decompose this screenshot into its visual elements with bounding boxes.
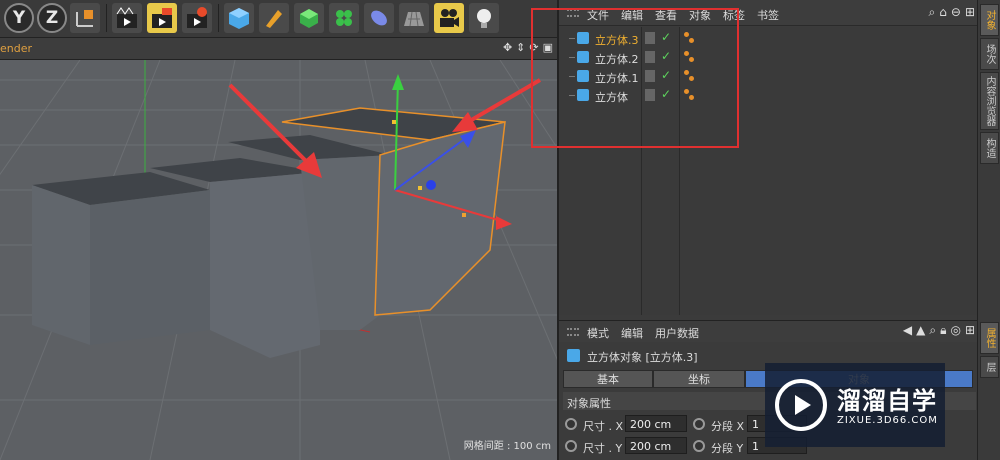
render-view-icon[interactable] (112, 3, 142, 33)
render-settings-icon[interactable] (182, 3, 212, 33)
floor-icon[interactable] (399, 3, 429, 33)
size-y-label: 尺寸 . Y (583, 442, 623, 455)
zoom-view-icon[interactable]: ⇕ (516, 41, 525, 54)
tab-coord[interactable]: 坐标 (653, 370, 745, 388)
side-tab-label: 属性 (984, 328, 995, 348)
side-tab-label: 内容浏览器 (984, 76, 995, 126)
menu-user-data[interactable]: 用户数据 (655, 325, 699, 341)
tab-basic-label: 基本 (597, 373, 619, 386)
viewport-header: ender ✥ ⇕ ⟳ ▣ (0, 38, 557, 60)
menu-mode[interactable]: 模式 (587, 325, 609, 341)
deformer-icon[interactable] (364, 3, 394, 33)
side-tab-label: 对象 (984, 10, 995, 30)
scene-render (0, 60, 557, 460)
cube-icon (567, 349, 580, 362)
axis-y-button[interactable]: Y (4, 3, 34, 33)
highlight-box (531, 8, 739, 148)
attributes-tools: ◀ ▲ ⌕ 🔒︎ ◎ ⊞ (903, 323, 975, 338)
cube-icon[interactable] (224, 3, 254, 33)
new-window-icon[interactable]: ⊞ (965, 323, 975, 338)
menu-grip-icon[interactable] (567, 328, 579, 336)
cloner-icon[interactable] (329, 3, 359, 33)
side-tab-content-browser[interactable]: 内容浏览器 (980, 72, 999, 130)
side-tab-label: 构造 (984, 138, 995, 158)
size-x-label: 尺寸 . X (583, 420, 624, 433)
watermark-title: 溜溜自学 (837, 387, 937, 415)
tab-coord-label: 坐标 (688, 373, 710, 386)
lock-icon[interactable]: 🔒︎ (940, 323, 946, 338)
grid-spacing-label: 网格间距 : 100 cm (463, 441, 551, 452)
search-icon[interactable]: ⌕ (929, 323, 936, 338)
side-tab-takes[interactable]: 场次 (980, 38, 999, 70)
target-icon[interactable]: ◎ (950, 323, 960, 338)
move-view-icon[interactable]: ✥ (503, 41, 512, 54)
segments-y-label: 分段 Y (711, 442, 744, 455)
pen-icon[interactable] (259, 3, 289, 33)
home-icon[interactable]: ⌂ (939, 5, 947, 20)
size-y-input[interactable]: 200 cm (625, 437, 687, 454)
watermark-subtitle: ZIXUE.3D66.COM (837, 415, 938, 426)
camera-icon[interactable] (434, 3, 464, 33)
keyframe-radio[interactable] (693, 440, 705, 452)
side-tab-label: 场次 (984, 44, 995, 64)
cube-object[interactable] (32, 172, 210, 345)
subdivision-icon[interactable] (294, 3, 324, 33)
side-tab-attributes[interactable]: 属性 (980, 322, 999, 354)
watermark: 溜溜自学 ZIXUE.3D66.COM (765, 363, 945, 447)
keyframe-radio[interactable] (693, 418, 705, 430)
play-logo-icon (775, 379, 827, 431)
side-tab-layers[interactable]: 层 (980, 356, 999, 378)
main-toolbar: Y Z (0, 0, 557, 38)
segments-x-label: 分段 X (711, 420, 745, 433)
link-icon[interactable]: ⊖ (951, 5, 961, 20)
attributes-menubar: 模式 编辑 用户数据 ◀ ▲ ⌕ 🔒︎ ◎ ⊞ (559, 320, 979, 342)
world-coord-icon[interactable] (70, 3, 100, 33)
axis-y-label: Y (12, 8, 26, 28)
up-arrow-icon[interactable]: ▲ (916, 323, 925, 338)
tab-basic[interactable]: 基本 (563, 370, 653, 388)
search-icon[interactable]: ⌕ (929, 5, 936, 20)
side-tab-label: 层 (984, 362, 995, 372)
side-tab-structure[interactable]: 构造 (980, 132, 999, 164)
side-tabs: 对象 场次 内容浏览器 构造 属性 层 (977, 0, 1000, 460)
new-window-icon[interactable]: ⊞ (965, 5, 975, 20)
render-active-icon[interactable] (147, 3, 177, 33)
menu-bookmarks[interactable]: 书签 (757, 7, 779, 23)
3d-viewport[interactable]: 网格间距 : 100 cm (0, 60, 557, 460)
keyframe-radio[interactable] (565, 418, 577, 430)
side-tab-objects[interactable]: 对象 (980, 4, 999, 36)
axis-z-button[interactable]: Z (37, 3, 67, 33)
keyframe-radio[interactable] (565, 440, 577, 452)
viewport-title: ender (0, 42, 33, 55)
menu-edit[interactable]: 编辑 (621, 325, 643, 341)
size-x-input[interactable]: 200 cm (625, 415, 687, 432)
axis-z-label: Z (45, 8, 59, 28)
section-title: 对象属性 (567, 397, 611, 410)
back-arrow-icon[interactable]: ◀ (903, 323, 912, 338)
attributes-title: 立方体对象 [立方体.3] (587, 351, 698, 364)
object-manager-tools: ⌕ ⌂ ⊖ ⊞ (929, 5, 975, 20)
light-icon[interactable] (469, 3, 499, 33)
